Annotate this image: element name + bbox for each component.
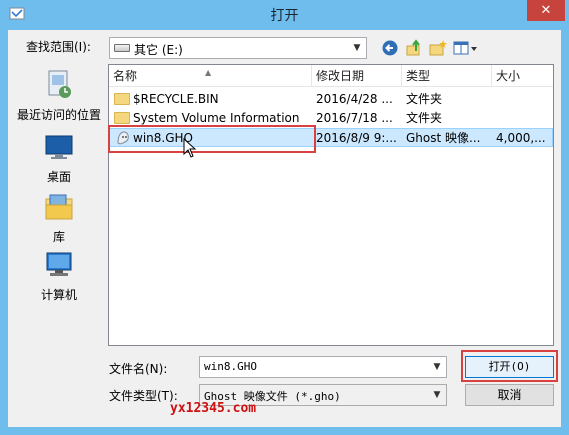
- up-one-level-icon[interactable]: [404, 39, 424, 57]
- column-name-label: 名称: [113, 69, 138, 83]
- file-name: $RECYCLE.BIN: [133, 92, 219, 106]
- filename-label: 文件名(N):: [109, 362, 168, 376]
- chevron-down-icon[interactable]: ▼: [349, 39, 365, 57]
- column-header-type[interactable]: 类型: [402, 65, 492, 87]
- lookin-label: 查找范围(I):: [26, 40, 91, 54]
- sort-up-icon: ▲: [205, 68, 212, 77]
- filetype-label: 文件类型(T):: [109, 389, 178, 403]
- lookin-value: 其它 (E:): [134, 43, 183, 57]
- recent-places-icon: [48, 70, 71, 98]
- column-header-name[interactable]: 名称 ▲: [109, 65, 312, 87]
- place-recent[interactable]: 最近访问的位置: [11, 67, 107, 123]
- place-label: 计算机: [40, 288, 77, 302]
- file-list[interactable]: 名称 ▲ 修改日期 类型 大小 $RECYCLE.BIN 2016/4/28 .…: [108, 64, 554, 346]
- place-label: 桌面: [46, 170, 71, 184]
- place-computer[interactable]: 计算机: [11, 249, 107, 303]
- file-date: 2016/8/9 9:...: [316, 131, 397, 145]
- column-header-date[interactable]: 修改日期: [312, 65, 402, 87]
- libraries-icon: [45, 194, 73, 220]
- file-type: Ghost 映像...: [406, 131, 481, 145]
- chevron-down-icon[interactable]: ▼: [429, 358, 445, 376]
- folder-icon: [114, 112, 130, 124]
- filename-value: win8.GHO: [204, 360, 257, 373]
- drive-icon: [114, 44, 130, 52]
- filename-input[interactable]: win8.GHO ▼: [199, 356, 447, 378]
- view-menu-icon[interactable]: [452, 39, 478, 57]
- cancel-button[interactable]: 取消: [465, 384, 554, 406]
- file-type: 文件夹: [406, 92, 443, 106]
- place-desktop[interactable]: 桌面: [11, 133, 107, 185]
- highlight-box: [108, 125, 316, 153]
- file-date: 2016/7/18 ...: [316, 111, 393, 125]
- watermark: yx12345.com: [170, 401, 257, 416]
- computer-icon: [46, 252, 72, 276]
- list-header: 名称 ▲ 修改日期 类型 大小: [109, 65, 553, 87]
- chevron-down-icon[interactable]: ▼: [429, 386, 445, 404]
- folder-icon: [114, 93, 130, 105]
- place-label: 最近访问的位置: [16, 108, 101, 122]
- back-icon[interactable]: [380, 39, 400, 57]
- file-type: 文件夹: [406, 111, 443, 125]
- places-bar: 最近访问的位置 桌面 库 计算机: [11, 63, 107, 383]
- desktop-icon: [45, 135, 73, 159]
- mouse-cursor-icon: [183, 138, 197, 158]
- place-libraries[interactable]: 库: [11, 191, 107, 245]
- file-size: 4,000,...: [496, 131, 546, 145]
- window-title: 打开: [270, 8, 299, 24]
- column-header-size[interactable]: 大小: [492, 65, 553, 87]
- lookin-dropdown[interactable]: 其它 (E:) ▼: [109, 37, 367, 59]
- file-row[interactable]: $RECYCLE.BIN 2016/4/28 ... 文件夹: [109, 90, 553, 109]
- file-date: 2016/4/28 ...: [316, 92, 393, 106]
- highlight-box: [461, 350, 558, 382]
- place-label: 库: [52, 230, 65, 244]
- new-folder-icon[interactable]: [428, 39, 448, 57]
- close-button[interactable]: ✕: [527, 0, 565, 21]
- title-bar[interactable]: 打开 ✕: [0, 0, 569, 30]
